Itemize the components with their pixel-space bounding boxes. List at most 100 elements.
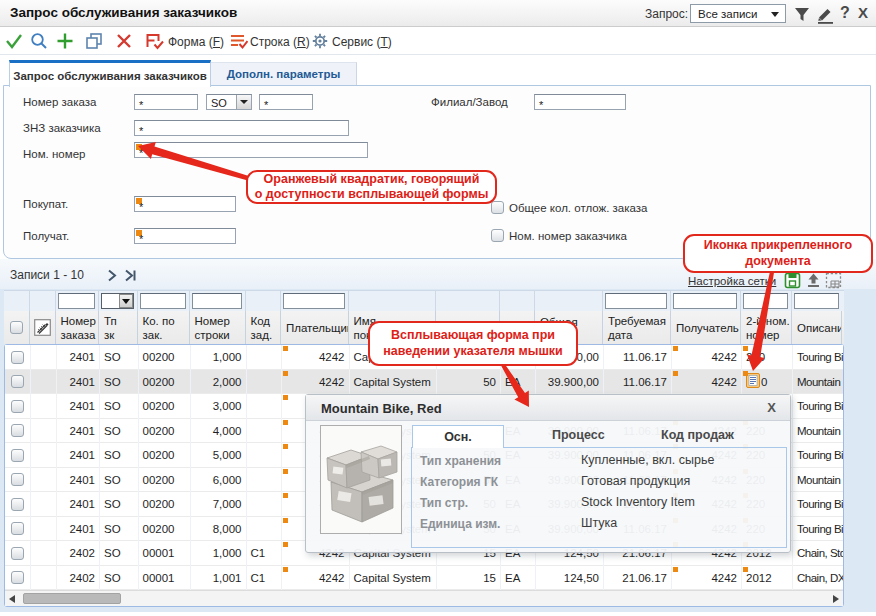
table-row[interactable]: 2402SO000011,001C14242Capital System15EA… [5, 566, 843, 591]
cell-select[interactable] [5, 541, 31, 566]
popup-tab-main[interactable]: Осн. [412, 425, 504, 448]
popup-tab-sales-code[interactable]: Код продаж [661, 428, 734, 442]
column-header-label: 2-й ном. номер [746, 314, 791, 342]
row-checkbox[interactable] [11, 400, 24, 413]
backorder-qty-checkbox[interactable] [491, 201, 504, 214]
branch-plant-label: Филиал/Завод [431, 96, 508, 108]
tools-menu-button[interactable]: Сервис (T) [332, 35, 392, 49]
popup-tab-process[interactable]: Процесс [552, 428, 605, 442]
product-photo [320, 425, 402, 534]
cell-select[interactable] [5, 468, 31, 493]
row-checkbox[interactable] [11, 375, 24, 388]
column-header-description[interactable]: Описание [792, 311, 842, 344]
column-header-payer[interactable]: Плательщик [281, 311, 349, 344]
item-number-input[interactable]: * [134, 142, 368, 158]
row-menu-button[interactable]: Строка (R) [250, 35, 310, 49]
row-menu-icon[interactable] [229, 32, 247, 50]
tab-customer-service-inquiry[interactable]: Запрос обслуживания заказчиков [9, 60, 211, 87]
cell-order_co: 00200 [139, 370, 191, 395]
column-header-order_no[interactable]: Номер заказа [56, 311, 100, 344]
cell-value: 11.06.17 [623, 351, 667, 363]
cell-select[interactable] [5, 443, 31, 468]
cell-buyer_name: Capital System [350, 370, 438, 395]
row-checkbox[interactable] [11, 498, 24, 511]
tabstrip: Запрос обслуживания заказчиков Дополн. п… [0, 55, 876, 86]
chevron-down-icon[interactable] [236, 95, 251, 109]
search-icon[interactable] [30, 32, 48, 50]
help-icon[interactable]: ? [840, 4, 858, 22]
horizontal-scrollbar[interactable] [5, 590, 843, 606]
row-edit-pencil-icon[interactable] [34, 319, 51, 336]
recipient-input[interactable]: * [134, 228, 236, 244]
last-page-icon[interactable] [124, 268, 138, 281]
filter-input-recipient[interactable] [673, 293, 737, 309]
customer-po-input[interactable]: * [134, 120, 349, 136]
scroll-right-icon[interactable] [833, 595, 839, 603]
grid-settings-link[interactable]: Настройка сетки [688, 275, 776, 287]
confirm-check-icon[interactable] [5, 32, 23, 50]
column-header-order_co[interactable]: Ко. по зак. [138, 311, 190, 344]
filter-select-order_type[interactable] [101, 293, 134, 309]
cell-select[interactable] [5, 517, 31, 542]
import-grid-icon[interactable] [805, 272, 822, 289]
cell-value: SO [104, 523, 121, 535]
filter-input-order_co[interactable] [140, 293, 186, 309]
close-icon[interactable]: X [858, 4, 876, 22]
next-page-icon[interactable] [106, 268, 120, 281]
filter-input-line_no[interactable] [192, 293, 242, 309]
cell-attachment [31, 566, 57, 591]
order-number-input[interactable]: * [134, 94, 198, 110]
column-header-recipient[interactable]: Получатель [671, 311, 741, 344]
cell-select[interactable] [5, 492, 31, 517]
cell-select[interactable] [5, 394, 31, 419]
filter-input-alt_item[interactable] [743, 293, 788, 309]
export-grid-icon[interactable] [784, 272, 801, 289]
cell-select[interactable] [5, 345, 31, 370]
column-header-task_code[interactable]: Код зад. [246, 311, 282, 344]
column-header-line_no[interactable]: Номер строки [190, 311, 246, 344]
row-checkbox[interactable] [11, 351, 24, 364]
cell-select[interactable] [5, 566, 31, 591]
popup-close-icon[interactable]: X [767, 400, 776, 415]
customer-item-checkbox[interactable] [491, 229, 504, 242]
select-all-checkbox[interactable] [10, 321, 23, 334]
highlight-pencil-icon[interactable] [816, 6, 834, 24]
cell-value: Touring Bi [797, 498, 843, 510]
tools-menu-icon[interactable] [311, 32, 329, 50]
row-checkbox[interactable] [11, 571, 24, 584]
row-checkbox[interactable] [11, 547, 24, 560]
add-icon[interactable] [56, 32, 74, 50]
scroll-left-icon[interactable] [9, 595, 15, 603]
form-menu-icon[interactable] [144, 32, 164, 50]
order-number-input2[interactable]: * [259, 94, 313, 110]
form-menu-button[interactable]: Форма (F) [168, 35, 224, 49]
filter-cell-payer [281, 291, 349, 312]
branch-plant-input[interactable]: * [534, 94, 626, 110]
filter-input-order_no[interactable] [58, 293, 96, 309]
filter-input-req_date[interactable] [605, 293, 667, 309]
column-header-req_date[interactable]: Требуемая дата [603, 311, 671, 344]
filter-input-description[interactable] [794, 293, 839, 309]
cell-select[interactable] [5, 419, 31, 444]
chevron-down-icon[interactable] [119, 294, 133, 308]
table-row[interactable]: 2401SO002002,0004242Capital System50EA39… [5, 370, 843, 395]
row-checkbox[interactable] [11, 473, 24, 486]
cell-select[interactable] [5, 370, 31, 395]
copy-icon[interactable] [85, 32, 103, 50]
delete-icon[interactable] [115, 32, 133, 50]
column-header-order_type[interactable]: Тп зк [99, 311, 138, 344]
attachment-icon[interactable] [746, 373, 761, 390]
records-count: Записи 1 - 10 [10, 268, 84, 282]
row-checkbox[interactable] [11, 424, 24, 437]
tab-additional-parameters[interactable]: Дополн. параметры [211, 62, 357, 86]
filter-icon[interactable] [793, 6, 811, 24]
order-type-select[interactable]: SO [206, 94, 252, 110]
row-checkbox[interactable] [11, 522, 24, 535]
customize-grid-icon[interactable] [825, 272, 842, 289]
row-checkbox[interactable] [11, 449, 24, 462]
query-select[interactable]: Все записи [690, 4, 786, 23]
filter-input-payer[interactable] [283, 293, 345, 309]
scrollbar-thumb[interactable] [23, 593, 121, 604]
column-header-alt_item[interactable]: 2-й ном. номер [741, 311, 792, 344]
buyer-input[interactable]: * [134, 196, 236, 212]
